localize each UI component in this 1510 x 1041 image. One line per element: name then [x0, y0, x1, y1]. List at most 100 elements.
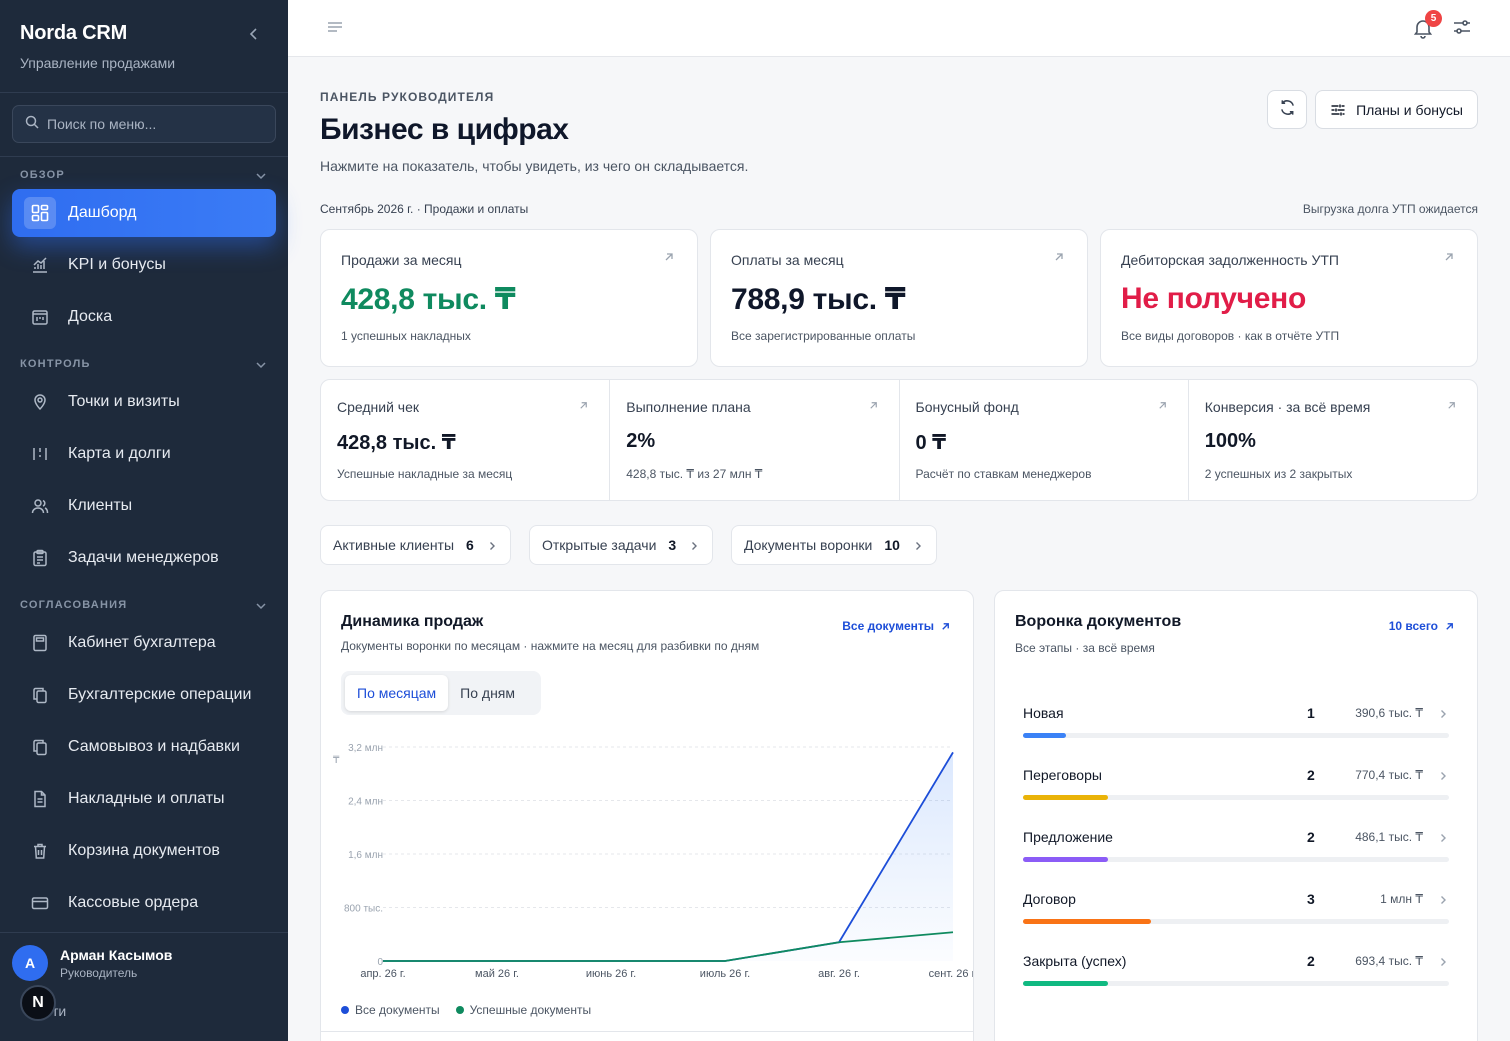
chip-open-tasks[interactable]: Открытые задачи 3	[529, 525, 714, 565]
stage-count: 2	[1307, 767, 1315, 783]
funnel-stage[interactable]: Переговоры 2 770,4 тыс. ₸	[1023, 767, 1449, 807]
kpi-card-receivables[interactable]: Дебиторская задолженность УТП Не получен…	[1100, 229, 1478, 367]
stat-label: Выполнение плана	[626, 399, 751, 415]
kpi-card-payments[interactable]: Оплаты за месяц 788,9 тыс. ₸ Все зарегис…	[710, 229, 1088, 367]
sidebar-item-visits[interactable]: Точки и визиты	[12, 378, 276, 426]
funnel-stage[interactable]: Предложение 2 486,1 тыс. ₸	[1023, 829, 1449, 869]
x-tick-label: сент. 26 г.	[929, 968, 973, 980]
x-tick-label: июль 26 г.	[700, 968, 750, 980]
sidebar-item-accounting-ops[interactable]: Бухгалтерские операции	[12, 671, 276, 719]
dev-tools-badge[interactable]: N	[20, 985, 56, 1021]
stage-name: Договор	[1023, 891, 1076, 907]
stat-value: 428,8 тыс. ₸	[337, 432, 456, 454]
kpi-card-sales[interactable]: Продажи за месяц 428,8 тыс. ₸ 1 успешных…	[320, 229, 698, 367]
sidebar-item-kpi[interactable]: KPI и бонусы	[12, 241, 276, 289]
divider	[0, 156, 288, 157]
funnel-title: Воронка документов	[1015, 613, 1182, 630]
sidebar-item-pickup[interactable]: Самовывоз и надбавки	[12, 723, 276, 771]
sales-chart[interactable]: 0 800 тыс. 1,6 млн 2,4 млн 3,2 млн ₸ апр. 26 г…	[321, 731, 973, 981]
map-pin-icon	[28, 390, 52, 414]
stage-progress-fill	[1023, 795, 1109, 800]
kpi-label: Продажи за месяц	[341, 252, 462, 268]
stage-sum: 486,1 тыс. ₸	[1355, 830, 1423, 844]
tab-by-months[interactable]: По месяцам	[345, 675, 449, 711]
sidebar-item-manager-tasks[interactable]: Задачи менеджеров	[12, 534, 276, 582]
series-area-all-documents	[383, 752, 953, 961]
chevron-down-icon[interactable]	[254, 169, 268, 183]
funnel-stage[interactable]: Закрыта (успех) 2 693,4 тыс. ₸	[1023, 953, 1449, 993]
stage-progress-fill	[1023, 981, 1109, 986]
stage-progress-fill	[1023, 919, 1151, 924]
divider	[0, 92, 288, 93]
funnel-total-link[interactable]: 10 всего	[1389, 619, 1455, 633]
stage-sum: 770,4 тыс. ₸	[1355, 768, 1423, 782]
y-tick-label: 1,6 млн	[348, 850, 383, 861]
sidebar-item-map-debts[interactable]: Карта и долги	[12, 430, 276, 478]
y-tick-label: 2,4 млн	[348, 797, 383, 808]
stage-name: Новая	[1023, 705, 1064, 721]
funnel-stage[interactable]: Договор 3 1 млн ₸	[1023, 891, 1449, 931]
chip-count: 6	[466, 537, 474, 553]
sidebar-item-label: Задачи менеджеров	[68, 549, 219, 566]
sliders-icon	[1331, 104, 1345, 115]
chevron-right-icon	[1437, 769, 1449, 781]
arrow-up-right-icon	[1157, 398, 1170, 411]
sidebar-item-clients[interactable]: Клиенты	[12, 482, 276, 530]
legend-label: Все документы	[355, 1003, 440, 1017]
sidebar-item-accountant[interactable]: Кабинет бухгалтера	[12, 619, 276, 667]
legend-item-success[interactable]: Успешные документы	[455, 1003, 591, 1017]
stat-plan-completion[interactable]: Выполнение плана 2% 428,8 тыс. ₸ из 27 м…	[610, 380, 900, 500]
copy-icon	[28, 735, 52, 759]
funnel-subtitle: Все этапы · за всё время	[1015, 641, 1155, 655]
stat-value: 100%	[1204, 430, 1256, 452]
map-icon	[28, 442, 52, 466]
plans-bonuses-button[interactable]: Планы и бонусы	[1315, 90, 1478, 129]
sidebar-item-dashboard[interactable]: Дашборд	[12, 189, 276, 237]
sidebar-item-cash-orders[interactable]: Кассовые ордера	[12, 879, 276, 927]
kpi-value: 428,8 тыс. ₸	[341, 283, 516, 316]
chip-count: 3	[668, 537, 677, 553]
x-tick-label: авг. 26 г.	[818, 968, 860, 980]
refresh-icon	[1279, 99, 1296, 121]
tab-by-days[interactable]: По дням	[448, 675, 527, 711]
chevron-down-icon[interactable]	[254, 358, 268, 372]
menu-search[interactable]	[12, 105, 276, 143]
chip-funnel-documents[interactable]: Документы воронки 10	[731, 525, 937, 565]
chevron-down-icon[interactable]	[254, 599, 268, 613]
stat-value: 0 ₸	[915, 432, 947, 454]
period-toggle: По месяцам По дням	[341, 671, 541, 715]
chevron-right-icon	[912, 539, 924, 551]
arrow-up-right-icon	[1446, 622, 1453, 630]
page-eyebrow: ПАНЕЛЬ РУКОВОДИТЕЛЯ	[320, 90, 495, 104]
stage-name: Переговоры	[1023, 767, 1102, 783]
chip-active-clients[interactable]: Активные клиенты 6	[320, 525, 511, 565]
sidebar-item-label: Бухгалтерские операции	[68, 686, 252, 703]
stat-bonus-fund[interactable]: Бонусный фонд 0 ₸ Расчёт по ставкам мене…	[900, 380, 1189, 500]
calculator-icon	[28, 631, 52, 655]
all-documents-link[interactable]: Все документы	[842, 619, 951, 633]
stage-progress-track	[1023, 981, 1449, 986]
user-profile[interactable]: А Арман Касымов Руководитель	[12, 945, 172, 981]
sliders-icon[interactable]	[1452, 17, 1474, 39]
sidebar-item-trash[interactable]: Корзина документов	[12, 827, 276, 875]
stat-average-check[interactable]: Средний чек 428,8 тыс. ₸ Успешные наклад…	[321, 380, 611, 500]
sidebar-item-board[interactable]: Доска	[12, 293, 276, 341]
menu-icon[interactable]	[326, 19, 346, 39]
sales-chart-title: Динамика продаж	[341, 613, 484, 630]
x-tick-label: июнь 26 г.	[586, 968, 636, 980]
menu-search-input[interactable]	[47, 116, 267, 132]
chart-icon	[28, 253, 52, 277]
legend-item-all[interactable]: Все документы	[341, 1003, 440, 1017]
chart-legend: Все документы Успешные документы	[341, 1003, 607, 1017]
stat-note: 428,8 тыс. ₸ из 27 млн ₸	[626, 467, 763, 481]
refresh-button[interactable]	[1267, 90, 1307, 129]
avatar: А	[12, 945, 48, 981]
sidebar-item-invoices[interactable]: Накладные и оплаты	[12, 775, 276, 823]
stat-conversion[interactable]: Конверсия · за всё время 100% 2 успешных…	[1189, 380, 1477, 500]
sidebar-item-label: Самовывоз и надбавки	[68, 738, 240, 755]
stage-sum: 1 млн ₸	[1380, 892, 1423, 906]
trash-icon	[28, 839, 52, 863]
collapse-sidebar-icon[interactable]	[244, 24, 264, 44]
funnel-stage[interactable]: Новая 1 390,6 тыс. ₸	[1023, 705, 1449, 745]
users-icon	[28, 494, 52, 518]
